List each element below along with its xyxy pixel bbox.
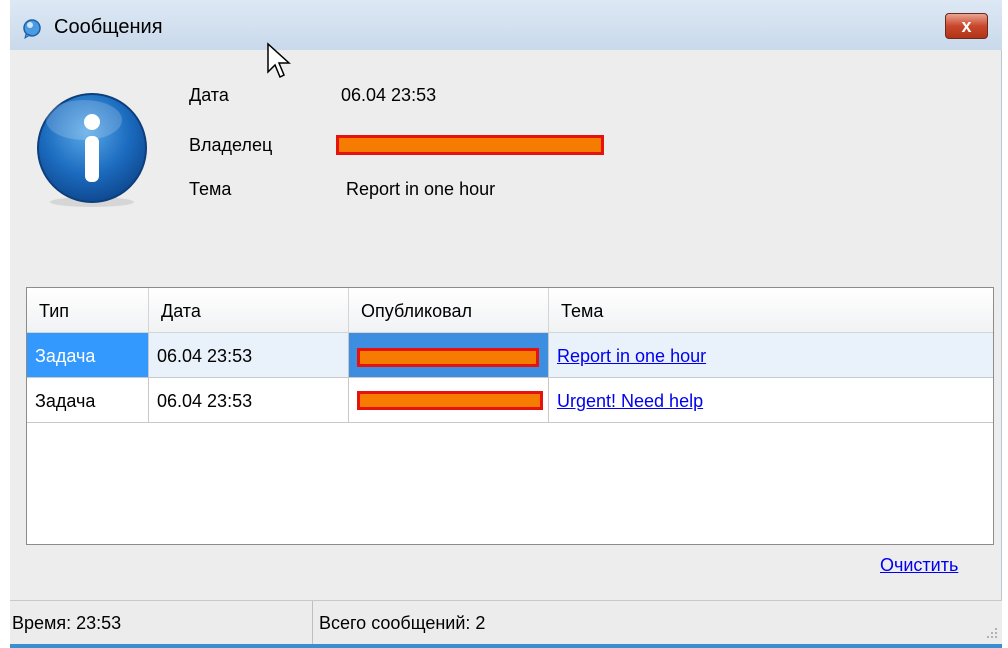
date-label: Дата — [189, 85, 229, 105]
info-icon — [37, 93, 147, 207]
row-subject-link[interactable]: Report in one hour — [557, 346, 706, 366]
status-separator — [312, 601, 313, 645]
row-subject-cell: Report in one hour — [549, 333, 993, 377]
status-bar: Время: 23:53 Всего сообщений: 2 — [10, 600, 1002, 645]
chat-bubble-icon — [23, 19, 41, 39]
row-type: Задача — [27, 333, 149, 377]
owner-value-redacted — [336, 135, 604, 155]
column-header-type[interactable]: Тип — [27, 288, 149, 332]
date-value: 06.04 23:53 — [341, 85, 437, 105]
messages-window: Сообщения x Дата 06.04 23:53 Владелец Те… — [10, 0, 1002, 648]
clear-link[interactable]: Очистить — [880, 555, 958, 576]
row-date: 06.04 23:53 — [149, 333, 349, 377]
row-subject-link[interactable]: Urgent! Need help — [557, 391, 703, 411]
column-header-subject[interactable]: Тема — [549, 288, 993, 332]
column-header-date[interactable]: Дата — [149, 288, 349, 332]
row-author-cell — [349, 333, 549, 377]
row-author-cell — [349, 378, 549, 422]
table-row[interactable]: Задача 06.04 23:53 Report in one hour — [27, 333, 993, 378]
resize-grip-icon[interactable] — [986, 627, 998, 639]
row-subject-cell: Urgent! Need help — [549, 378, 993, 422]
owner-label: Владелец — [189, 135, 273, 155]
subject-value: Report in one hour — [346, 179, 496, 199]
window-bottom-border — [10, 644, 1002, 648]
messages-table[interactable]: Тип Дата Опубликовал Тема Задача 06.04 2… — [26, 287, 994, 545]
window-title: Сообщения — [54, 16, 163, 38]
table-row[interactable]: Задача 06.04 23:53 Urgent! Need help — [27, 378, 993, 423]
close-button[interactable]: x — [945, 13, 988, 39]
table-header: Тип Дата Опубликовал Тема — [27, 288, 993, 333]
row-date: 06.04 23:53 — [149, 378, 349, 422]
status-time: Время: 23:53 — [12, 613, 122, 633]
mouse-cursor-icon — [267, 42, 291, 79]
status-message-count: Всего сообщений: 2 — [319, 613, 486, 633]
title-bar[interactable]: Сообщения x — [10, 0, 1002, 50]
column-header-author[interactable]: Опубликовал — [349, 288, 549, 332]
subject-label: Тема — [189, 179, 232, 199]
row-type: Задача — [27, 378, 149, 422]
row-author-redacted — [357, 391, 543, 410]
row-author-redacted — [357, 348, 539, 367]
